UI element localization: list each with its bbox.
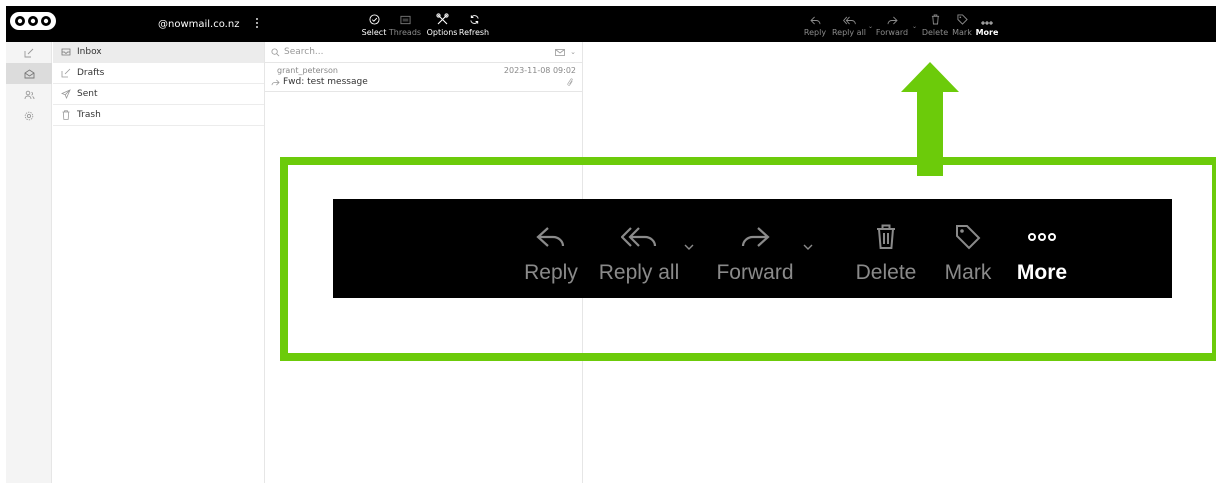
zoom-reply-all-label: Reply all [598, 261, 680, 284]
forward-dropdown-caret[interactable]: ⌄ [912, 23, 917, 30]
refresh-label: Refresh [458, 28, 490, 37]
zoom-forward-label: Forward [716, 261, 794, 284]
folder-drafts[interactable]: Drafts [53, 63, 264, 84]
app-nav-rail [6, 42, 52, 483]
zoom-reply-label: Reply [524, 261, 578, 284]
mark-button[interactable]: Mark [950, 6, 974, 42]
rail-compose[interactable] [6, 42, 52, 63]
reply-all-button[interactable]: Reply all [830, 6, 868, 42]
search-icon [271, 47, 280, 56]
folder-label: Drafts [77, 68, 105, 78]
folder-trash[interactable]: Trash [53, 105, 264, 126]
zoom-forward-caret-icon [803, 244, 813, 250]
search-bar: ⌄ [265, 42, 582, 63]
delete-button[interactable]: Delete [920, 6, 950, 42]
options-button[interactable]: Options [424, 6, 460, 42]
trash-icon [59, 110, 73, 120]
settings-icon [24, 111, 34, 120]
folder-list: Inbox Drafts Sent Trash [53, 42, 265, 483]
mail-icon [24, 68, 34, 78]
delete-label: Delete [921, 28, 949, 37]
folder-inbox[interactable]: Inbox [53, 42, 264, 63]
select-button[interactable]: Select [361, 6, 387, 42]
search-input[interactable] [284, 47, 556, 57]
now-logo [10, 12, 56, 30]
zoom-more-button: More [1009, 199, 1075, 298]
reply-button[interactable]: Reply [802, 6, 828, 42]
account-email[interactable]: @nowmail.co.nz [158, 19, 239, 30]
threads-label: Threads [388, 28, 422, 37]
zoom-reply-button: Reply [511, 199, 591, 298]
folder-label: Trash [77, 110, 101, 120]
mark-label: Mark [952, 28, 972, 37]
folder-label: Sent [77, 89, 98, 99]
compose-icon [24, 48, 34, 57]
forward-icon [887, 6, 898, 25]
select-label: Select [361, 28, 387, 37]
zoom-mark-button: Mark [935, 199, 1001, 298]
attachment-icon [567, 77, 573, 86]
forward-button[interactable]: Forward [872, 6, 912, 42]
more-label: More [975, 28, 999, 37]
rail-mail[interactable] [6, 63, 52, 84]
message-sender: grant_peterson [277, 66, 338, 75]
contacts-icon [24, 90, 34, 99]
tools-icon [435, 6, 449, 25]
trash-icon [931, 6, 940, 25]
sent-icon [59, 89, 73, 99]
reply-all-icon [842, 6, 856, 25]
rail-contacts[interactable] [6, 84, 52, 105]
zoom-forward-button: Forward [707, 199, 803, 298]
inbox-icon [59, 48, 73, 56]
more-icon [1027, 213, 1057, 261]
rail-settings[interactable] [6, 105, 52, 126]
reply-icon [536, 213, 566, 261]
forwarded-icon [271, 79, 280, 85]
zoom-reply-caret-icon [684, 244, 694, 250]
check-circle-icon [368, 6, 380, 25]
chevron-down-icon: ⌄ [570, 48, 576, 56]
folder-sent[interactable]: Sent [53, 84, 264, 105]
account-menu-button[interactable] [254, 16, 260, 32]
zoom-more-label: More [1016, 261, 1068, 284]
refresh-button[interactable]: Refresh [458, 6, 490, 42]
options-label: Options [426, 28, 458, 37]
forward-icon [740, 213, 770, 261]
tag-icon [955, 213, 981, 261]
folder-label: Inbox [77, 47, 102, 57]
search-options-button[interactable]: ⌄ [555, 48, 576, 56]
more-button[interactable]: More [974, 6, 1000, 42]
zoom-delete-label: Delete [855, 261, 917, 284]
top-toolbar: @nowmail.co.nz Select Threads Options Re… [6, 6, 1216, 42]
zoomed-toolbar: Reply Reply all Forward Delete Mark More [333, 199, 1172, 298]
message-row[interactable]: grant_peterson 2023-11-08 09:02 Fwd: tes… [265, 63, 582, 92]
more-icon [981, 6, 993, 25]
refresh-icon [469, 6, 480, 25]
zoom-mark-label: Mark [944, 261, 992, 284]
threads-icon [399, 6, 411, 25]
reply-icon [809, 6, 821, 25]
reply-all-icon [621, 213, 657, 261]
zoom-delete-button: Delete [845, 199, 927, 298]
zoom-reply-all-button: Reply all [591, 199, 687, 298]
forward-label: Forward [875, 28, 909, 37]
drafts-icon [59, 68, 73, 78]
message-date: 2023-11-08 09:02 [503, 66, 576, 75]
envelope-icon [555, 48, 566, 56]
trash-icon [876, 213, 896, 261]
reply-all-label: Reply all [831, 28, 867, 37]
message-subject: Fwd: test message [283, 77, 368, 87]
tag-icon [956, 6, 968, 25]
threads-button[interactable]: Threads [388, 6, 422, 42]
reply-label: Reply [803, 28, 827, 37]
